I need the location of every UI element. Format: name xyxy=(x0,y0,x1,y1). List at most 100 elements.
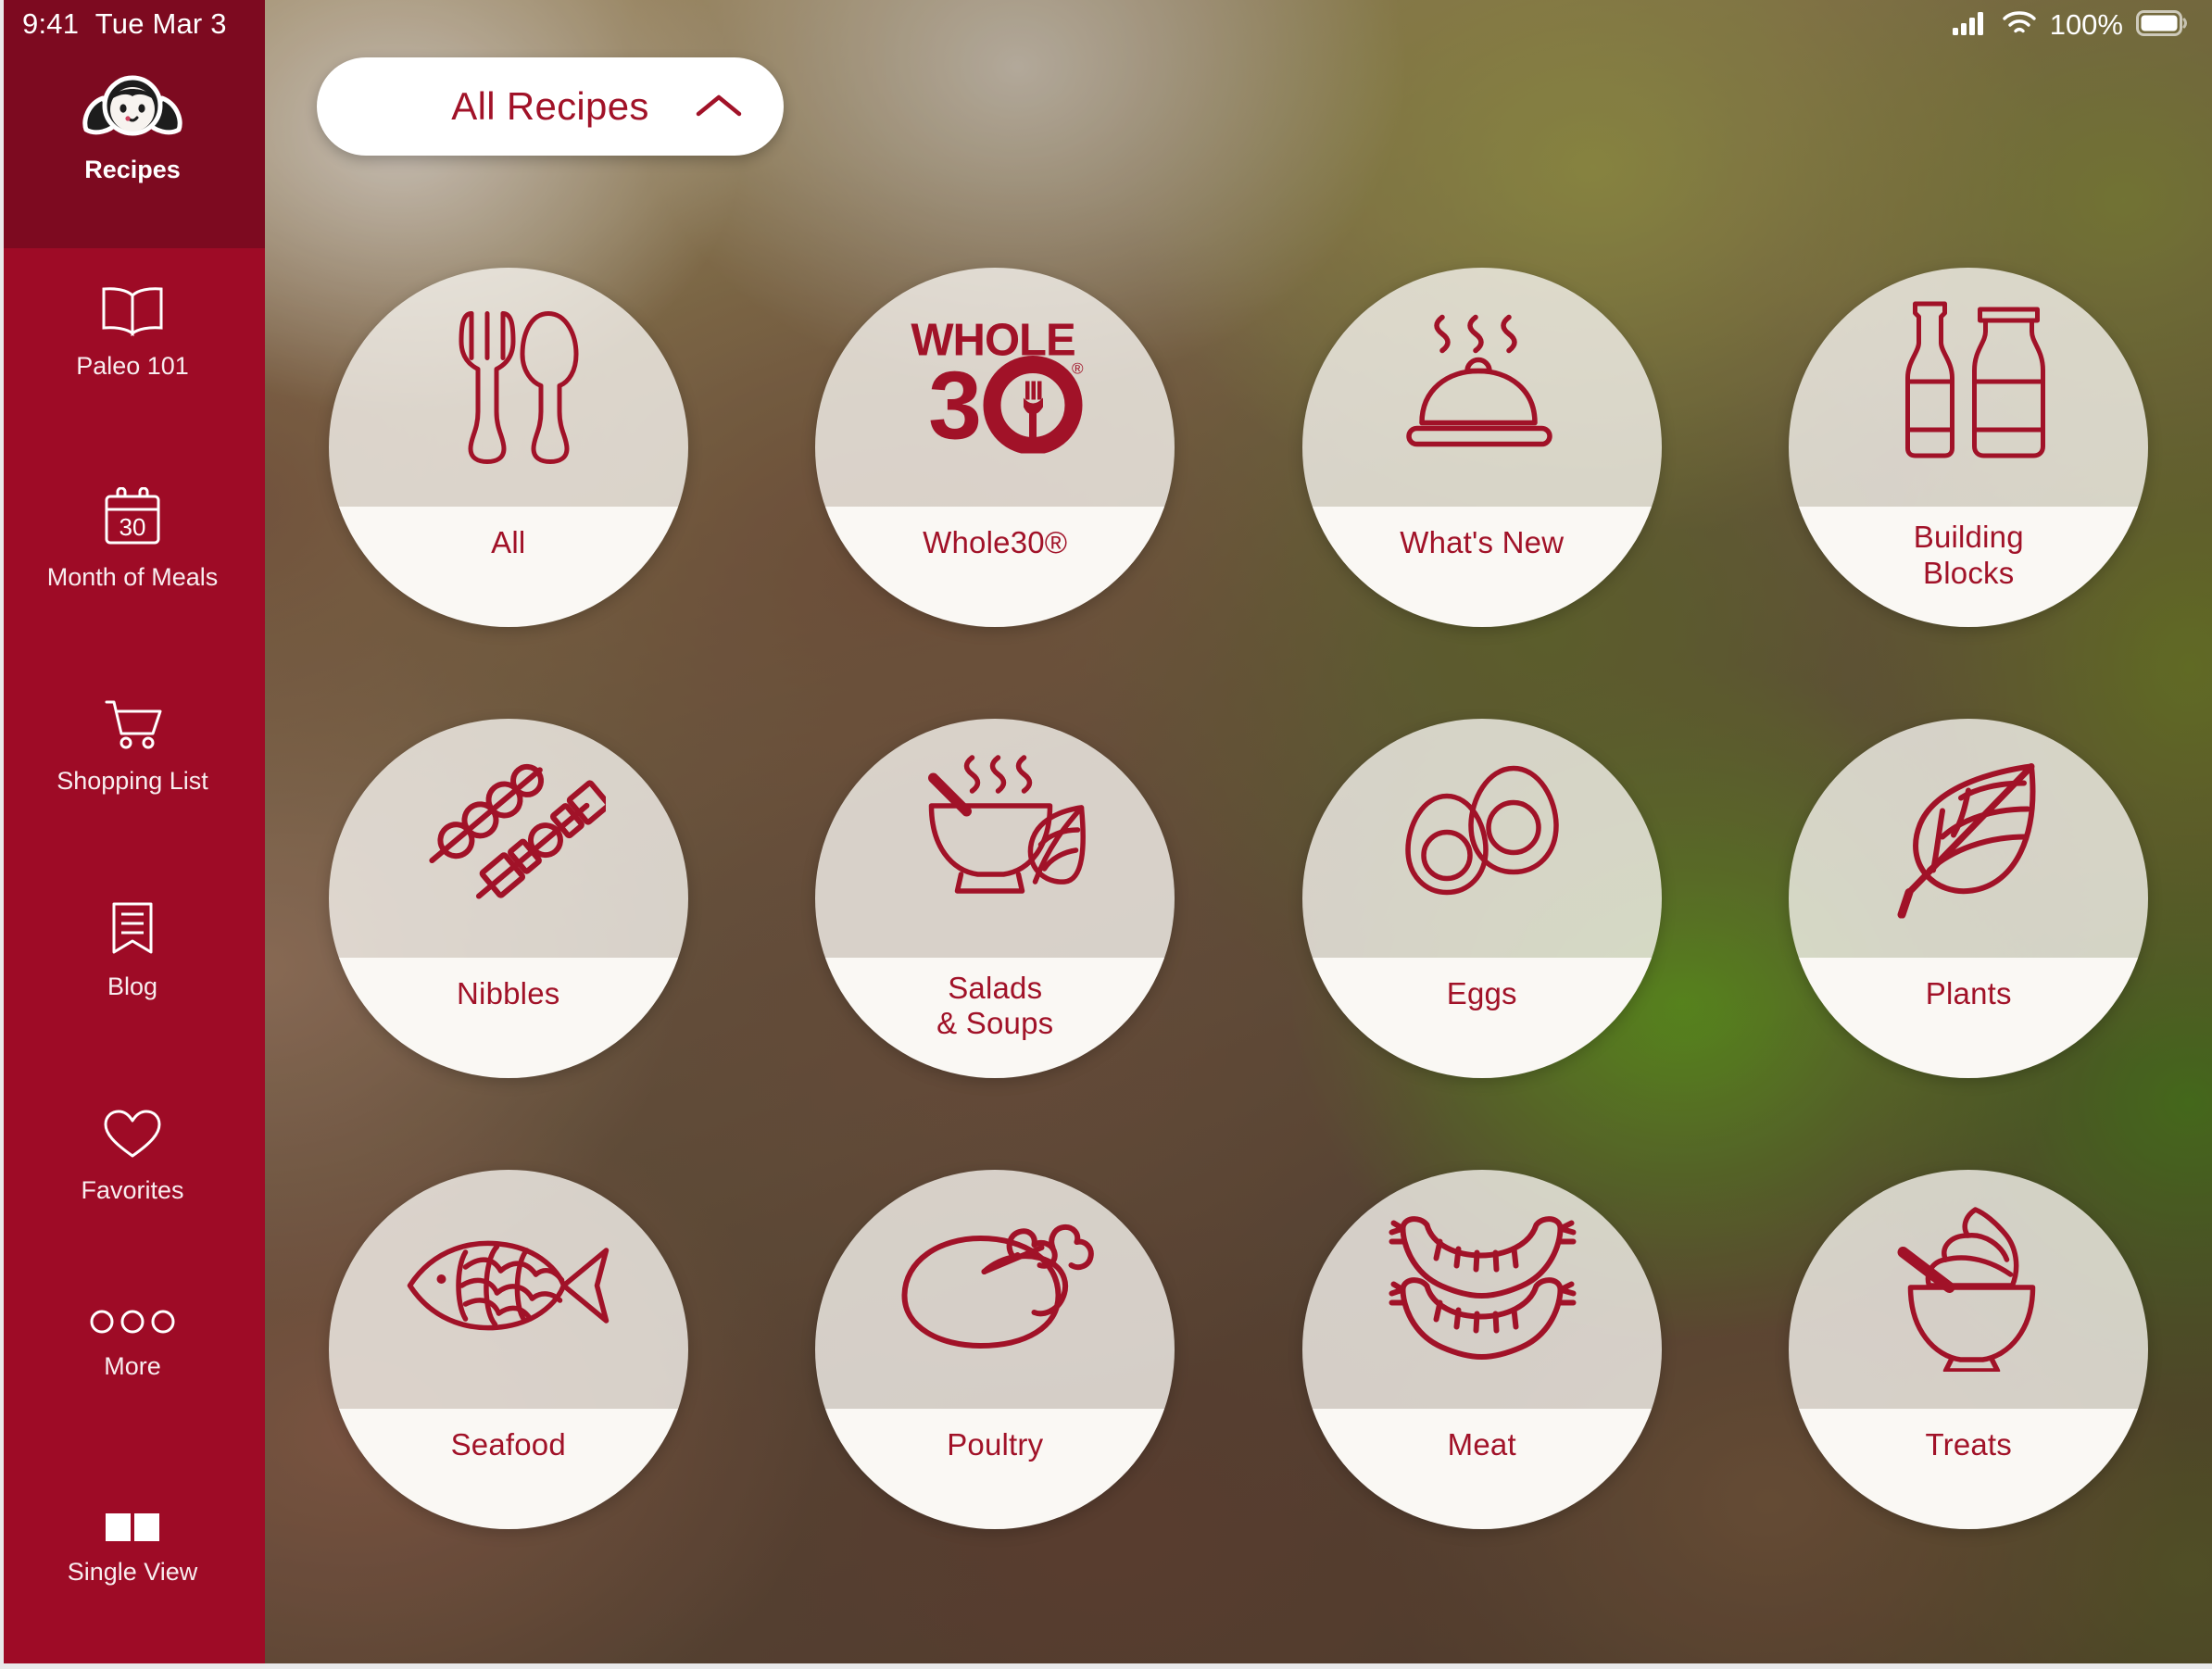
grid-cell: Meat xyxy=(1238,1123,1726,1575)
tile-label-area: Seafood xyxy=(328,1408,688,1529)
tile-label-area: Nibbles xyxy=(328,957,688,1078)
chevron-up-icon[interactable] xyxy=(693,91,745,127)
category-label: All xyxy=(491,525,526,560)
skewers-icon xyxy=(411,756,611,918)
category-label: Building Blocks xyxy=(1913,520,2024,590)
category-tile-poultry[interactable]: Poultry xyxy=(815,1169,1175,1529)
girl-face-logo-icon xyxy=(77,67,188,145)
whole30-logo-icon: WHOLE 3 ® xyxy=(898,315,1092,460)
sidebar-item-paleo-101[interactable]: Paleo 101 xyxy=(0,283,265,381)
category-label: What's New xyxy=(1400,525,1565,560)
grid-cell: Poultry xyxy=(752,1123,1239,1575)
svg-text:3: 3 xyxy=(928,353,982,454)
sidebar-item-label: More xyxy=(104,1352,161,1380)
category-tile-whole30[interactable]: WHOLE 3 ® Whole30® xyxy=(815,268,1175,628)
svg-text:®: ® xyxy=(1072,360,1084,378)
grid-cell: Treats xyxy=(1726,1123,2212,1575)
svg-text:30: 30 xyxy=(119,513,146,541)
sidebar-item-month-of-meals[interactable]: 30 Month of Meals xyxy=(0,486,265,592)
status-bar-right: 100% xyxy=(1952,7,2188,43)
category-label: Meat xyxy=(1447,1426,1516,1462)
grid-cell: Plants xyxy=(1726,673,2212,1124)
recipe-category-grid: All WHOLE 3 ® Whole30® What's New Buildi… xyxy=(265,222,2212,1575)
sidebar-item-label: Month of Meals xyxy=(46,563,219,591)
three-circles-icon xyxy=(89,1306,176,1342)
category-tile-building-blocks[interactable]: Building Blocks xyxy=(1789,268,2149,628)
roast-chicken-icon xyxy=(896,1214,1095,1362)
app-root: 9:41 Tue Mar 3 Recipes Paleo 101 30 Mont… xyxy=(0,0,2212,1669)
sidebar-item-label: Paleo 101 xyxy=(76,352,189,380)
sidebar-item-blog[interactable]: Blog xyxy=(0,898,265,1001)
tile-label-area: Treats xyxy=(1789,1408,2149,1529)
sidebar-item-label: Blog xyxy=(107,973,158,1000)
tile-label-area: Eggs xyxy=(1301,957,1662,1078)
heart-outline-icon xyxy=(101,1108,164,1166)
sausages-icon xyxy=(1382,1211,1581,1364)
sidebar-item-label: Shopping List xyxy=(57,767,208,795)
grid-cell: Seafood xyxy=(265,1123,752,1575)
cellular-signal-icon xyxy=(1952,10,1989,41)
fork-and-spoon-icon xyxy=(430,301,587,472)
recipe-filter-dropdown[interactable]: All Recipes xyxy=(317,57,784,156)
category-label: Salads & Soups xyxy=(936,970,1054,1041)
category-tile-eggs[interactable]: Eggs xyxy=(1301,718,1662,1078)
fish-icon xyxy=(404,1228,612,1349)
tile-label-area: Meat xyxy=(1301,1408,1662,1529)
tile-label-area: Whole30® xyxy=(815,507,1175,628)
bookmark-lines-icon xyxy=(103,898,162,962)
sidebar-item-shopping-list[interactable]: Shopping List xyxy=(0,695,265,796)
grid-cell: Nibbles xyxy=(265,673,752,1124)
category-label: Nibbles xyxy=(457,975,560,1010)
egg-halves-icon xyxy=(1389,751,1575,922)
category-tile-nibbles[interactable]: Nibbles xyxy=(328,718,688,1078)
category-tile-plants[interactable]: Plants xyxy=(1789,718,2149,1078)
tile-label-area: All xyxy=(328,507,688,628)
category-label: Treats xyxy=(1925,1426,2012,1462)
tile-label-area: Poultry xyxy=(815,1408,1175,1529)
tile-label-area: What's New xyxy=(1301,507,1662,628)
tile-label-area: Salads & Soups xyxy=(815,957,1175,1078)
category-tile-seafood[interactable]: Seafood xyxy=(328,1169,688,1529)
cloche-steam-icon xyxy=(1394,301,1570,472)
bottles-icon xyxy=(1888,289,2050,465)
recipe-filter-label: All Recipes xyxy=(451,84,649,128)
status-time: 9:41 xyxy=(22,7,80,40)
sidebar-item-label: Recipes xyxy=(84,156,181,183)
sidebar-item-single-view[interactable]: Single View xyxy=(0,1512,265,1587)
category-tile-all[interactable]: All xyxy=(328,268,688,628)
grid-cell: What's New xyxy=(1238,222,1726,673)
battery-percent-label: 100% xyxy=(2049,8,2123,41)
sidebar-navigation: 9:41 Tue Mar 3 Recipes Paleo 101 30 Mont… xyxy=(0,0,265,1669)
two-squares-icon xyxy=(104,1512,161,1548)
category-tile-whats-new[interactable]: What's New xyxy=(1301,268,1662,628)
grid-cell: Building Blocks xyxy=(1726,222,2212,673)
screen-bezel-left xyxy=(0,0,4,1669)
category-tile-treats[interactable]: Treats xyxy=(1789,1169,2149,1529)
grid-cell: WHOLE 3 ® Whole30® xyxy=(752,222,1239,673)
sidebar-item-more[interactable]: More xyxy=(0,1306,265,1381)
status-date: Tue Mar 3 xyxy=(94,7,227,40)
category-label: Seafood xyxy=(450,1426,566,1462)
sidebar-item-recipes[interactable]: Recipes xyxy=(0,67,265,184)
grid-cell: All xyxy=(265,222,752,673)
calendar-30-icon: 30 xyxy=(100,486,165,553)
category-label: Whole30® xyxy=(923,525,1068,560)
open-book-icon xyxy=(99,283,166,342)
ice-cream-bowl-icon xyxy=(1883,1200,2055,1376)
category-tile-salads-soups[interactable]: Salads & Soups xyxy=(815,718,1175,1078)
category-label: Poultry xyxy=(947,1426,1044,1462)
category-label: Plants xyxy=(1925,975,2012,1010)
category-label: Eggs xyxy=(1446,975,1517,1010)
grid-cell: Eggs xyxy=(1238,673,1726,1124)
status-bar-time-date: 9:41 Tue Mar 3 xyxy=(22,7,227,41)
sidebar-item-label: Single View xyxy=(67,1558,198,1586)
sidebar-item-label: Favorites xyxy=(81,1176,184,1204)
screen-bezel-bottom xyxy=(0,1663,2212,1669)
shopping-cart-icon xyxy=(99,695,166,757)
category-tile-meat[interactable]: Meat xyxy=(1301,1169,1662,1529)
tile-label-area: Building Blocks xyxy=(1789,507,2149,628)
grid-cell: Salads & Soups xyxy=(752,673,1239,1124)
soup-bowl-leaf-icon xyxy=(900,745,1090,911)
battery-full-icon xyxy=(2136,9,2188,42)
sidebar-item-favorites[interactable]: Favorites xyxy=(0,1108,265,1205)
